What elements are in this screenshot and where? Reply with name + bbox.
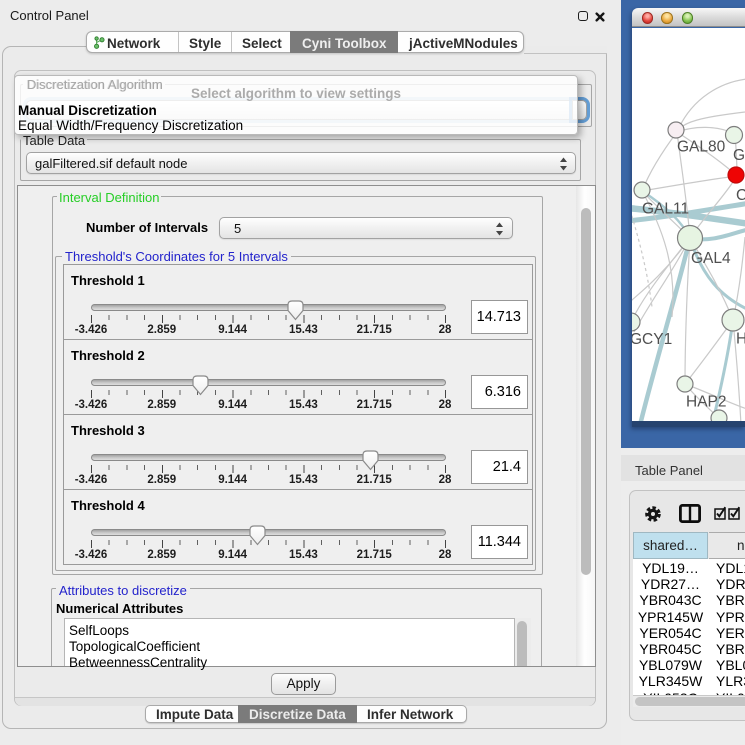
svg-text:CD: CD — [736, 187, 745, 204]
svg-text:H: H — [736, 331, 745, 348]
svg-text:GAL4: GAL4 — [691, 250, 731, 267]
svg-text:GCY1: GCY1 — [632, 331, 672, 348]
svg-text:GAL: GAL — [733, 147, 745, 164]
svg-text:GAL11: GAL11 — [642, 201, 689, 218]
svg-text:GAL80: GAL80 — [677, 139, 726, 156]
svg-text:HAP2: HAP2 — [686, 394, 727, 411]
